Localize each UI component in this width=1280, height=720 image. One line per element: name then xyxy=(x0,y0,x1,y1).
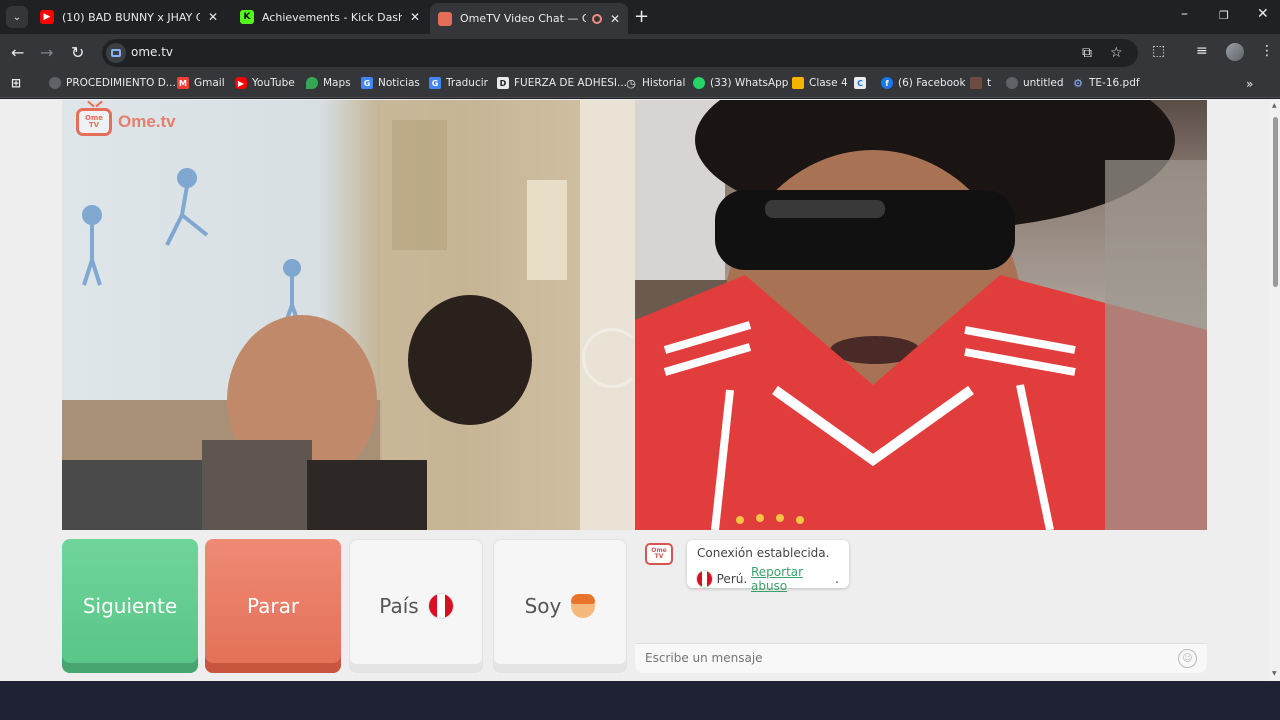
bookmark-whatsapp[interactable]: (33) WhatsApp xyxy=(693,77,788,89)
youtube-icon: ▶ xyxy=(235,77,247,89)
window-close-icon[interactable]: ✕ xyxy=(1257,6,1269,22)
pdf-icon: ⚙ xyxy=(1073,76,1083,90)
page-scrollbar[interactable]: ▲ ▼ xyxy=(1270,99,1280,681)
restore-icon[interactable]: ❐ xyxy=(1219,9,1229,22)
bookmark-clase4[interactable]: Clase 4 xyxy=(792,77,848,89)
install-app-icon[interactable]: ⧉ xyxy=(1082,45,1092,61)
ometv-chat-icon: Ome TV xyxy=(645,543,673,565)
bookmark-traducir[interactable]: G Traducir xyxy=(429,77,488,89)
chat-input-bar xyxy=(635,643,1207,673)
minimize-icon[interactable]: – xyxy=(1181,6,1188,22)
app-icon: C xyxy=(854,77,866,89)
forward-icon[interactable]: → xyxy=(40,43,53,62)
media-control-icon[interactable]: ≡ xyxy=(1196,43,1208,59)
menu-icon[interactable]: ⋮ xyxy=(1260,43,1274,59)
site-info-icon[interactable] xyxy=(106,43,126,63)
bookmark-fuerza[interactable]: D FUERZA DE ADHESI... xyxy=(497,77,627,89)
maps-icon xyxy=(306,77,318,89)
taskbar-area xyxy=(0,681,1280,720)
recording-icon xyxy=(591,13,602,24)
country-button[interactable]: País xyxy=(349,539,483,673)
system-message: Conexión establecida. Perú. Reportar abu… xyxy=(687,540,849,593)
next-button[interactable]: Siguiente xyxy=(62,539,198,673)
bookmark-te16[interactable]: ⚙ TE-16.pdf xyxy=(1072,76,1140,90)
ometv-icon xyxy=(438,11,452,26)
apps-icon[interactable]: ⊞ xyxy=(10,76,27,90)
new-tab-button[interactable]: + xyxy=(634,6,649,27)
address-bar[interactable]: ome.tv ⧉ ☆ xyxy=(102,39,1138,67)
emoji-icon[interactable]: ☺ xyxy=(1178,649,1197,668)
bookmark-noticias[interactable]: G Noticias xyxy=(361,77,420,89)
scrollbar-thumb[interactable] xyxy=(1273,117,1278,287)
globe-icon xyxy=(1006,77,1018,89)
gender-button[interactable]: Soy xyxy=(493,539,627,673)
close-icon[interactable]: ✕ xyxy=(410,10,420,24)
close-icon[interactable]: ✕ xyxy=(610,12,620,26)
scroll-down-icon[interactable]: ▼ xyxy=(1272,670,1277,677)
translate-icon: G xyxy=(429,77,441,89)
connection-status: Conexión establecida. xyxy=(697,546,830,560)
remote-video-scene xyxy=(635,100,1207,530)
bookmark-star-icon[interactable]: ☆ xyxy=(1110,45,1123,61)
ometv-logo[interactable]: Ome TV Ome.tv xyxy=(76,108,176,136)
browser-toolbar: ← → ↻ ome.tv ⧉ ☆ ⬚ ≡ ⋮ xyxy=(0,34,1280,72)
partner-country: Perú. xyxy=(716,572,748,586)
tab-search-button[interactable]: ⌄ xyxy=(6,6,28,28)
tab-youtube[interactable]: ▶ (10) BAD BUNNY x JHAY CORTE ✕ xyxy=(32,3,226,31)
bookmarks-bar: ⊞ PROCEDIMIENTO D... M Gmail ▶ YouTube Map… xyxy=(0,72,1280,98)
bookmark-youtube[interactable]: ▶ YouTube xyxy=(235,77,295,89)
profile-avatar[interactable] xyxy=(1226,43,1244,61)
peru-flag-icon xyxy=(697,571,712,587)
bookmark-facebook[interactable]: f (6) Facebook xyxy=(881,77,966,89)
doc-icon xyxy=(792,77,804,89)
report-abuse-link[interactable]: Reportar abuso xyxy=(751,565,835,593)
whatsapp-icon xyxy=(693,77,705,89)
history-icon: ◷ xyxy=(626,76,636,90)
doc-icon: D xyxy=(497,77,509,89)
news-icon: G xyxy=(361,77,373,89)
peru-flag-icon xyxy=(428,594,453,618)
globe-icon xyxy=(49,77,61,89)
kick-icon: K xyxy=(240,10,254,24)
tv-logo-icon: Ome TV xyxy=(76,108,112,136)
close-icon[interactable]: ✕ xyxy=(208,10,218,24)
bookmark-maps[interactable]: Maps xyxy=(306,77,351,89)
scroll-up-icon[interactable]: ▲ xyxy=(1272,102,1277,109)
message-input[interactable] xyxy=(645,651,1165,665)
youtube-icon: ▶ xyxy=(40,10,54,24)
tab-bar: ⌄ ▶ (10) BAD BUNNY x JHAY CORTE ✕ K Achi… xyxy=(0,0,1280,34)
bookmark-app[interactable]: C xyxy=(854,77,871,89)
avatar-icon xyxy=(970,77,982,89)
tab-kick[interactable]: K Achievements - Kick Dashboard ✕ xyxy=(232,3,428,31)
tab-ometv[interactable]: OmeTV Video Chat — Ome ✕ xyxy=(430,3,628,34)
local-video-scene xyxy=(62,100,635,530)
facebook-icon: f xyxy=(881,77,893,89)
bookmark-gmail[interactable]: M Gmail xyxy=(177,77,225,89)
bookmark-procedimiento[interactable]: PROCEDIMIENTO D... xyxy=(49,77,176,89)
bookmark-t[interactable]: t xyxy=(970,77,991,89)
bookmark-untitled[interactable]: untitled xyxy=(1006,77,1064,89)
local-video xyxy=(62,100,635,530)
remote-video xyxy=(635,100,1207,530)
gmail-icon: M xyxy=(177,77,189,89)
reload-icon[interactable]: ↻ xyxy=(71,43,84,62)
extensions-icon[interactable]: ⬚ xyxy=(1152,43,1165,59)
back-icon[interactable]: ← xyxy=(11,43,24,62)
more-bookmarks-icon[interactable]: » xyxy=(1246,77,1253,91)
stop-button[interactable]: Parar xyxy=(205,539,341,673)
loading-spinner xyxy=(582,328,635,388)
boy-face-icon xyxy=(571,594,596,618)
bookmark-historial[interactable]: ◷ Historial xyxy=(625,76,685,90)
